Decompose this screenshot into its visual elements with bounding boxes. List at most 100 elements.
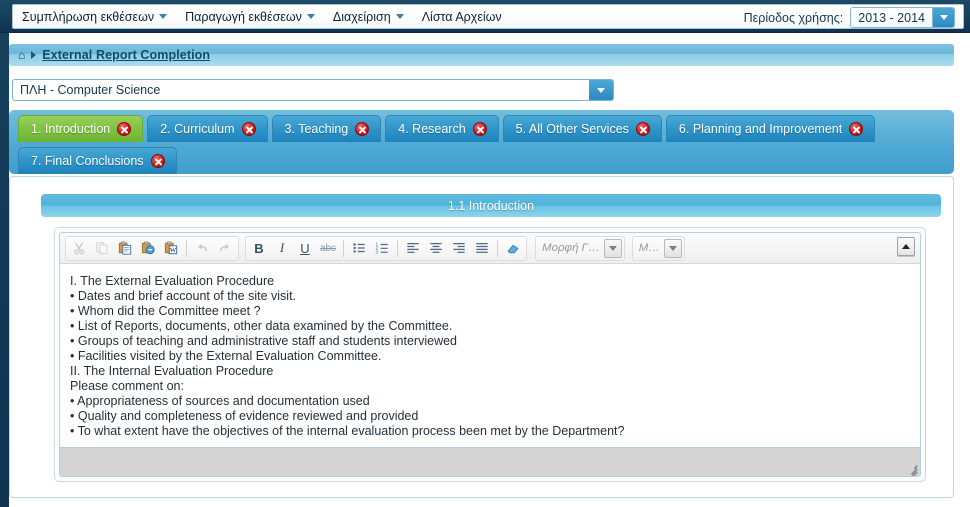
align-left-icon[interactable]	[402, 238, 424, 259]
tab-final-conclusions[interactable]: 7. Final Conclusions	[18, 147, 177, 174]
section-title: 1.1 Introduction	[447, 198, 535, 213]
editor-frame: W B I U abc 1 2 3 Μορφή Γ… Μ… I. The Ext…	[59, 232, 921, 477]
menu-item-symplirosi-ektheseon[interactable]: Συμπλήρωση εκθέσεων	[13, 5, 176, 28]
department-value: ΠΛΗ - Computer Science	[20, 83, 161, 97]
period-label: Περίοδος χρήσης:	[743, 10, 844, 25]
remove-format-icon[interactable]	[502, 238, 524, 259]
editor-line: I. The External Evaluation Procedure	[70, 274, 275, 288]
text-style-group: B I U abc 1 2 3	[245, 235, 527, 261]
editor-line: • Facilities visited by the External Eva…	[70, 349, 382, 363]
numbered-list-icon[interactable]: 1 2 3	[371, 238, 393, 259]
redo-icon[interactable]	[214, 238, 236, 259]
home-icon[interactable]: ⌂	[18, 49, 25, 61]
editor-line: II. The Internal Evaluation Procedure	[70, 364, 274, 378]
cut-icon[interactable]	[68, 238, 90, 259]
italic-button[interactable]: I	[271, 238, 293, 259]
chevron-down-icon	[597, 87, 605, 93]
editor-line: • Quality and completeness of evidence r…	[70, 409, 419, 423]
editor-line: Please comment on:	[70, 379, 184, 393]
bulleted-list-icon[interactable]	[348, 238, 370, 259]
close-icon[interactable]	[117, 122, 132, 136]
paragraph-format-dropdown[interactable]: Μορφή Γ…	[535, 235, 625, 261]
svg-text:W: W	[170, 247, 177, 254]
chevron-down-icon	[939, 15, 948, 20]
editor-line: • Groups of teaching and administrative …	[70, 334, 458, 348]
editor-line: • Whom did the Committee meet ?	[70, 304, 261, 318]
chevron-down-icon	[668, 245, 677, 251]
editor-content-area[interactable]: I. The External Evaluation Procedure • D…	[60, 264, 920, 447]
editor-line: • Dates and brief account of the site vi…	[70, 289, 297, 303]
paste-icon[interactable]	[114, 238, 136, 259]
resize-grip-icon[interactable]	[904, 461, 918, 476]
tab-label: 3. Teaching	[284, 122, 349, 136]
breadcrumb-link[interactable]: External Report Completion	[42, 48, 210, 62]
top-menu-bar: Συμπλήρωση εκθέσεων Παραγωγή εκθέσεων Δι…	[0, 0, 970, 33]
chevron-right-icon	[31, 51, 37, 59]
toolbar-separator	[186, 239, 187, 257]
period-dropdown[interactable]: 2013 - 2014	[850, 7, 955, 28]
font-label: Μ…	[638, 242, 660, 254]
menu-item-lista-arxeion[interactable]: Λίστα Αρχείων	[413, 5, 511, 28]
bold-button[interactable]: B	[248, 238, 270, 259]
tab-row-1: 1. Introduction 2. Curriculum 3. Teachin…	[18, 115, 876, 142]
tab-research[interactable]: 4. Research	[385, 115, 499, 142]
menu-item-label: Συμπλήρωση εκθέσεων	[22, 9, 155, 24]
paste-as-plain-text-icon[interactable]	[137, 238, 159, 259]
close-icon[interactable]	[150, 154, 165, 168]
department-dropdown-button[interactable]	[589, 80, 613, 100]
font-dropdown-button[interactable]	[663, 238, 682, 258]
close-icon[interactable]	[355, 122, 370, 136]
underline-button[interactable]: U	[294, 238, 316, 259]
tab-strip: 1. Introduction 2. Curriculum 3. Teachin…	[9, 110, 954, 174]
section-header: 1.1 Introduction	[41, 194, 941, 217]
close-icon[interactable]	[849, 122, 864, 136]
close-icon[interactable]	[472, 122, 487, 136]
period-dropdown-button[interactable]	[932, 8, 954, 27]
chevron-down-icon	[608, 245, 617, 251]
editor-toolbar: W B I U abc 1 2 3 Μορφή Γ… Μ…	[60, 233, 920, 264]
underline-label: U	[300, 240, 310, 256]
align-right-icon[interactable]	[448, 238, 470, 259]
tab-teaching[interactable]: 3. Teaching	[271, 115, 382, 142]
period-selector-group: Περίοδος χρήσης: 2013 - 2014	[744, 7, 955, 28]
close-icon[interactable]	[635, 122, 650, 136]
department-dropdown[interactable]: ΠΛΗ - Computer Science	[12, 79, 614, 101]
toolbar-separator	[343, 239, 344, 257]
editor-line: • Appropriateness of sources and documen…	[70, 394, 370, 408]
tab-label: 2. Curriculum	[160, 122, 235, 136]
strikethrough-button[interactable]: abc	[317, 238, 339, 259]
menu-item-label: Διαχείριση	[332, 9, 391, 24]
menu-item-label: Παραγωγή εκθέσεων	[185, 9, 302, 24]
font-dropdown[interactable]: Μ…	[631, 235, 685, 261]
menu-item-paragogi-ektheseon[interactable]: Παραγωγή εκθέσεων	[176, 5, 324, 28]
tab-curriculum[interactable]: 2. Curriculum	[147, 115, 268, 142]
chevron-down-icon	[395, 14, 404, 19]
paste-from-word-icon[interactable]: W	[160, 238, 182, 259]
chevron-down-icon	[159, 14, 168, 19]
copy-icon[interactable]	[91, 238, 113, 259]
period-value: 2013 - 2014	[851, 8, 932, 27]
justify-icon[interactable]	[471, 238, 493, 259]
close-icon[interactable]	[241, 122, 256, 136]
left-rail	[0, 33, 9, 507]
tab-introduction[interactable]: 1. Introduction	[18, 115, 144, 142]
toolbar-separator	[397, 239, 398, 257]
undo-icon[interactable]	[191, 238, 213, 259]
svg-text:3: 3	[375, 249, 378, 255]
breadcrumb: ⌂ External Report Completion	[9, 44, 954, 66]
tab-label: 6. Planning and Improvement	[678, 122, 843, 136]
tab-label: 4. Research	[398, 122, 466, 136]
content-panel: 1.1 Introduction W B I U abc 1 2 3 Μορφή…	[9, 176, 954, 498]
menu-item-diaxeirisi[interactable]: Διαχείριση	[324, 5, 413, 28]
editor-line: • To what extent have the objectives of …	[70, 424, 625, 438]
tab-all-other-services[interactable]: 5. All Other Services	[502, 115, 662, 142]
editor-status-bar	[60, 447, 920, 476]
strikethrough-label: abc	[319, 242, 337, 254]
chevron-down-icon	[306, 14, 315, 19]
italic-label: I	[279, 240, 285, 255]
collapse-toolbar-icon[interactable]	[897, 237, 915, 256]
align-center-icon[interactable]	[425, 238, 447, 259]
paragraph-format-dropdown-button[interactable]	[603, 238, 622, 258]
tab-planning-and-improvement[interactable]: 6. Planning and Improvement	[665, 115, 876, 142]
menu-item-label: Λίστα Αρχείων	[421, 9, 502, 24]
